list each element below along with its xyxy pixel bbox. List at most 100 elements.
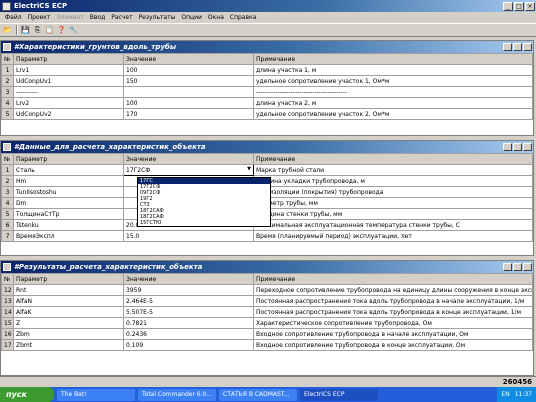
panel-maximize-button[interactable] (513, 43, 522, 51)
value-cell[interactable]: 150 (123, 75, 254, 87)
table-row[interactable]: 5 UdConpUv2 170 удельное сопротивление учас… (1, 108, 533, 120)
table-row[interactable]: 16 Zbm 0.2436 Входное сопротивление трубопр… (1, 328, 533, 340)
column-header[interactable]: Значение (123, 273, 254, 285)
table-row[interactable]: 14 AlfaK 5.507E-5 Постоянная распространени… (1, 306, 533, 318)
panel-minimize-button[interactable] (503, 263, 512, 271)
help-icon[interactable]: ❓ (56, 25, 67, 36)
panel-maximize-button[interactable] (513, 143, 522, 151)
panel-maximize-button[interactable] (513, 263, 522, 271)
row-number: 15 (1, 317, 14, 329)
window-title: ElectriCS ECP (14, 2, 68, 10)
parameter-cell: Zbm (13, 328, 124, 340)
row-number: 16 (1, 328, 14, 340)
column-header[interactable]: Примечание (253, 153, 533, 165)
table-row[interactable]: 3 ---------- -----------------------------… (1, 86, 533, 98)
table-row[interactable]: 1 Lrv1 100 длина участка 1, м (1, 64, 533, 76)
menu-item-3[interactable]: Ввод (87, 14, 108, 21)
row-number: 1 (1, 164, 14, 176)
table-row[interactable]: 2 UdConpUv1 150 удельное сопротивление учас… (1, 75, 533, 87)
column-header[interactable]: Параметр (13, 153, 124, 165)
value-cell[interactable]: 5.507E-5 (123, 306, 254, 318)
value-cell[interactable]: 100 (123, 97, 254, 109)
maximize-button[interactable]: □ (514, 1, 524, 11)
tool-icon[interactable]: 🔧 (68, 25, 79, 36)
steel-grade-dropdown-list[interactable]: 17ГС 17Г2СФ 09Г2СФ 19Г2 СТ3 18Г2САФ 18Г2САФ 15Г… (137, 177, 271, 227)
table-row[interactable]: 17 Zbmt 0.109 Входное сопротивление трубопр… (1, 339, 533, 351)
menu-item-4[interactable]: Расчет (108, 14, 135, 21)
menu-item-6[interactable]: Опции (178, 14, 205, 21)
menu-item-0[interactable]: Файл (2, 14, 25, 21)
column-header[interactable]: Параметр (13, 53, 124, 65)
column-header[interactable]: Параметр (13, 273, 124, 285)
soil-characteristics-panel: #Характеристики_грунтов_вдоль_трубы № Пар… (0, 40, 534, 136)
value-cell[interactable]: 170 (123, 108, 254, 120)
value-cell[interactable]: 3959 (123, 284, 254, 296)
menu-bar: Файл Проект Элемент Ввод Расчет Результаты Опц… (0, 12, 536, 23)
parameter-cell: TunIIsostoshu (13, 186, 124, 198)
taskbar-button[interactable]: СТАТЬЯ В CADMAST... (219, 388, 297, 401)
column-header[interactable]: № (1, 153, 14, 165)
panel-title: #Данные_для_расчета_характеристик_объект… (14, 143, 206, 151)
panel-icon (3, 143, 11, 151)
value-cell[interactable]: 15.0 (123, 230, 254, 242)
menu-item-5[interactable]: Результаты (136, 14, 179, 21)
column-header[interactable]: Примечание (253, 53, 533, 65)
menu-item-8[interactable]: Справка (227, 14, 259, 21)
panel-title: #Характеристики_грунтов_вдоль_трубы (14, 43, 177, 51)
clock: 11:37 (514, 391, 532, 398)
dropdown-option[interactable]: 15ГСТЮ (138, 220, 270, 226)
minimize-button[interactable]: _ (503, 1, 513, 11)
menu-item-7[interactable]: Окна (205, 14, 227, 21)
parameter-cell: Dm (13, 197, 124, 209)
close-button[interactable]: × (525, 1, 535, 11)
chevron-down-icon[interactable]: ▼ (247, 166, 251, 172)
panel-icon (3, 43, 11, 51)
app-icon (2, 1, 11, 11)
table-row[interactable]: 13 AlfaN 2.464E-5 Постоянная распространени… (1, 295, 533, 307)
panel-minimize-button[interactable] (503, 143, 512, 151)
panel-close-button[interactable] (523, 143, 532, 151)
toolbar: 📂 💾 ⎘ 📋 ❓ 🔧 (0, 23, 536, 37)
panel-header: #Характеристики_грунтов_вдоль_трубы (1, 41, 533, 53)
panel-close-button[interactable] (523, 43, 532, 51)
parameter-cell: Rnt (13, 284, 124, 296)
parameter-cell: UdConpUv1 (13, 75, 124, 87)
value-cell[interactable]: 0.109 (123, 339, 254, 351)
row-number: 2 (1, 75, 14, 87)
table-row[interactable]: 12 Rnt 3959 Переходное сопротивление трубоп… (1, 284, 533, 296)
panel-minimize-button[interactable] (503, 43, 512, 51)
value-cell[interactable]: 2.464E-5 (123, 295, 254, 307)
table-row[interactable]: 7 ВремяЭкспл 15.0 Время (планируемый период… (1, 230, 533, 242)
row-number: 14 (1, 306, 14, 318)
parameter-cell: Tstenku (13, 219, 124, 231)
value-cell[interactable]: 100 (123, 64, 254, 76)
paste-icon[interactable]: 📋 (44, 25, 55, 36)
value-cell[interactable]: 0.2436 (123, 328, 254, 340)
column-header[interactable]: № (1, 273, 14, 285)
taskbar-button[interactable]: ElectriCS ECP (300, 388, 378, 401)
note-cell: Толщина стенки трубы, мм (253, 208, 533, 220)
taskbar-button[interactable]: The Bat! (57, 388, 135, 401)
save-icon[interactable]: 💾 (20, 25, 31, 36)
table-row[interactable]: 4 Lrv2 100 длина участка 2, м (1, 97, 533, 109)
column-header[interactable]: Примечание (253, 273, 533, 285)
menu-item-2: Элемент (56, 14, 84, 21)
column-header[interactable]: Значение (123, 153, 254, 165)
note-cell: Постоянная распространения тока вдоль тр… (253, 295, 533, 307)
open-icon[interactable]: 📂 (2, 25, 13, 36)
menu-item-1[interactable]: Проект (25, 14, 54, 21)
value-cell[interactable] (123, 86, 254, 98)
row-number: 4 (1, 197, 14, 209)
parameter-cell: UdConpUv2 (13, 108, 124, 120)
column-header[interactable]: № (1, 53, 14, 65)
value-cell[interactable]: 17Г2СФ ▼ (123, 164, 254, 176)
taskbar-button[interactable]: Total Commander 6.0... (138, 388, 216, 401)
language-indicator[interactable]: EN (501, 391, 509, 398)
start-button[interactable]: пуск (0, 387, 54, 402)
value-cell[interactable]: 0.7821 (123, 317, 254, 329)
panel-close-button[interactable] (523, 263, 532, 271)
table-row[interactable]: 1 Сталь 17Г2СФ ▼ Марка трубной стали (1, 164, 533, 176)
copy-icon[interactable]: ⎘ (32, 25, 43, 36)
column-header[interactable]: Значение (123, 53, 254, 65)
table-row[interactable]: 15 Z 0.7821 Характеристическое сопротивлени… (1, 317, 533, 329)
